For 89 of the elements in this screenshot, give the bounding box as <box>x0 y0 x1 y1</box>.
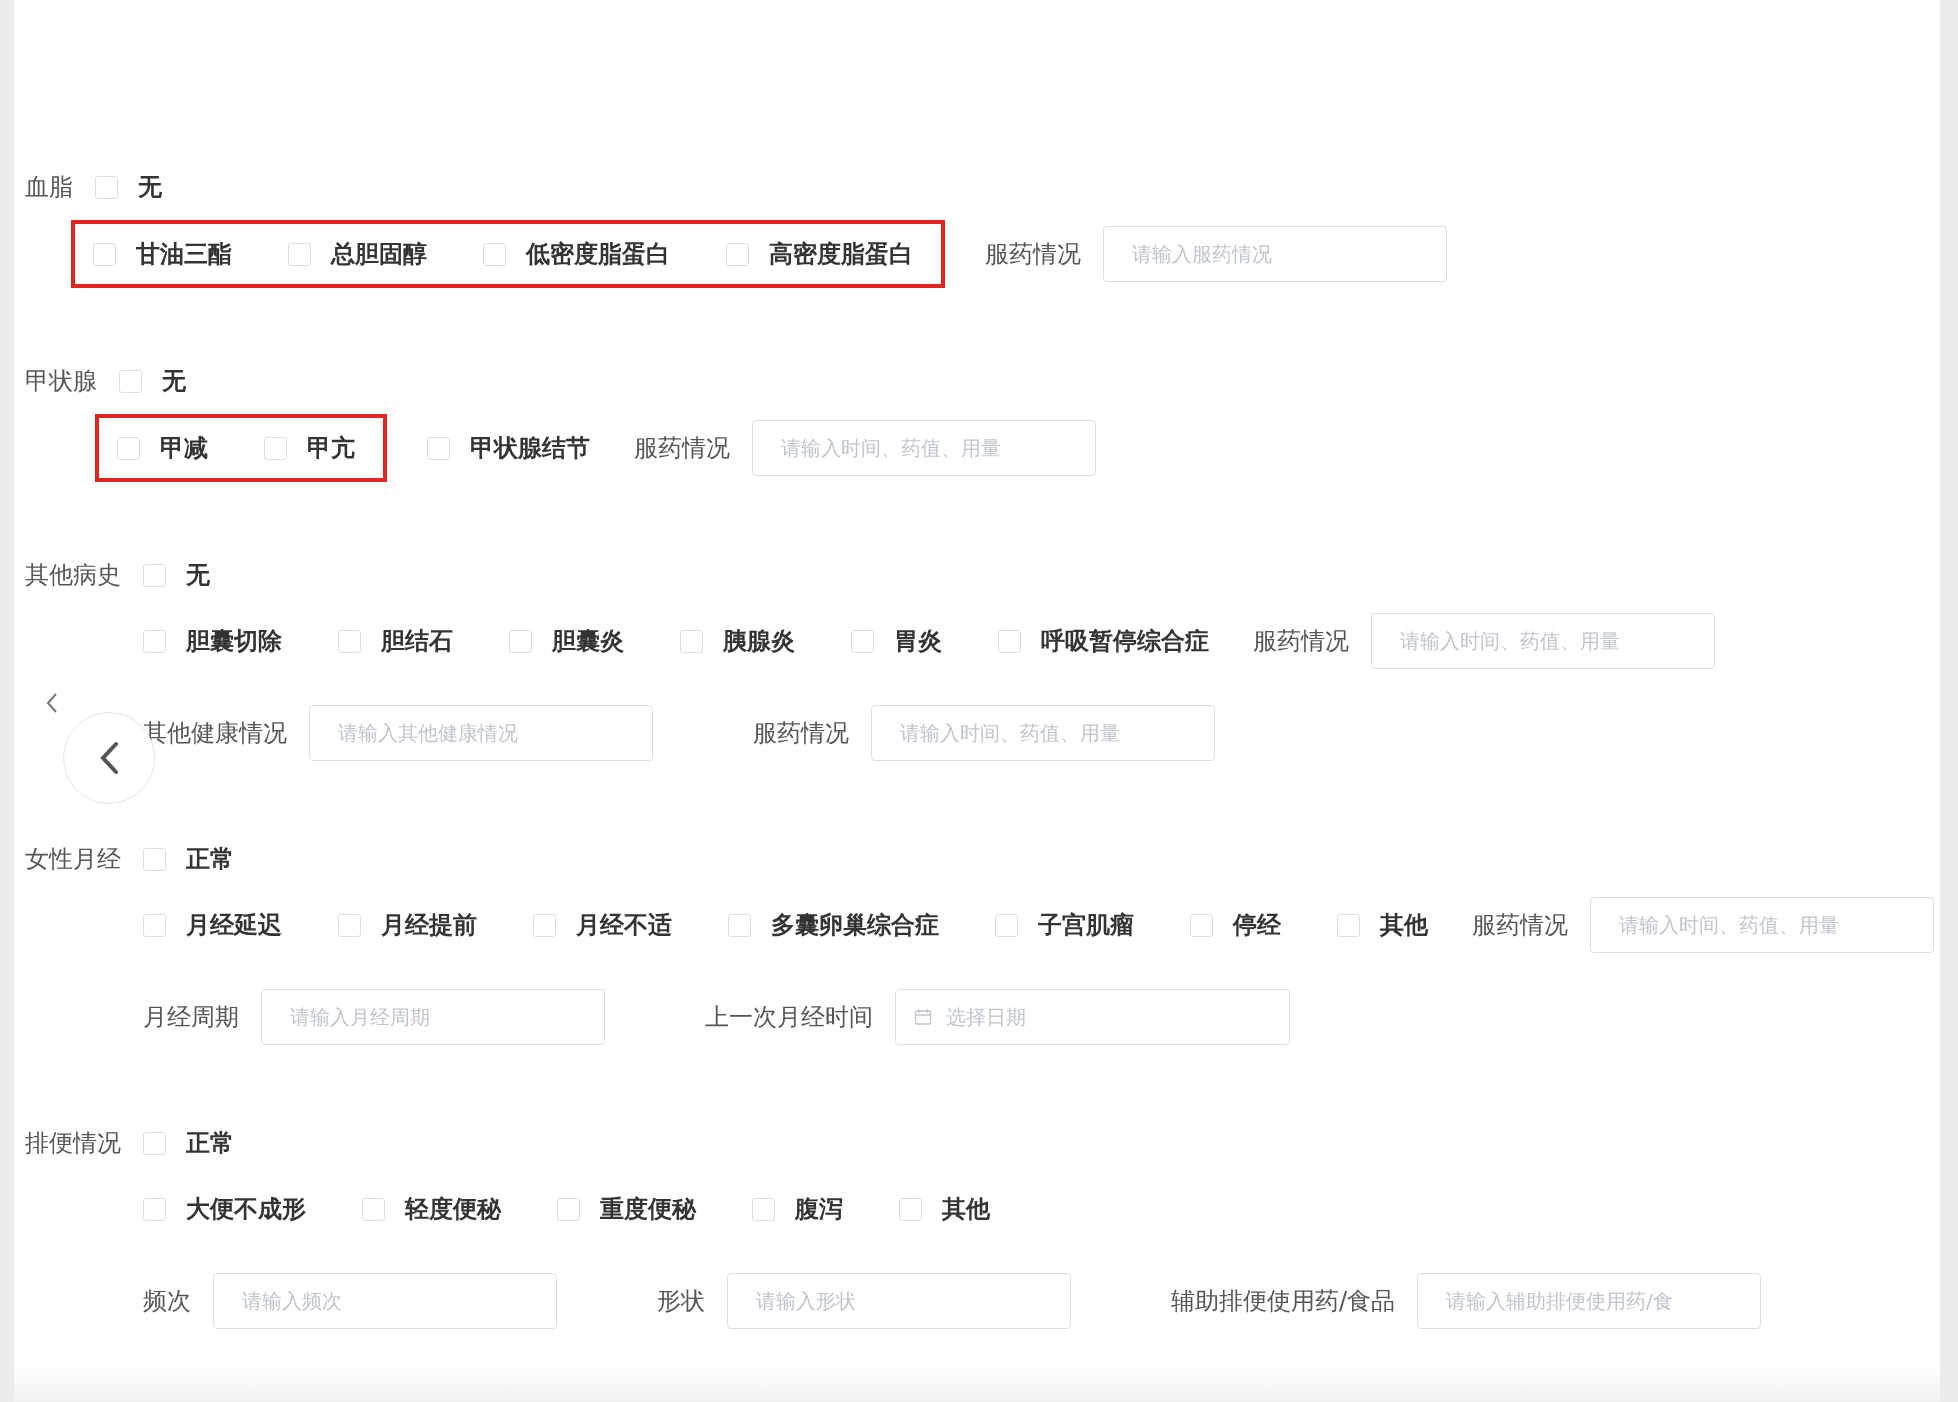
date-field[interactable]: 选择日期 <box>895 989 1290 1045</box>
field-label: 服药情况 <box>985 239 1081 270</box>
input-field[interactable]: 请输入时间、药值、用量 <box>1590 897 1934 953</box>
field-label: 服药情况 <box>1472 910 1568 941</box>
input-field[interactable]: 请输入时间、药值、用量 <box>1371 613 1715 669</box>
checkbox[interactable] <box>1190 913 1213 937</box>
input-field[interactable]: 请输入频次 <box>213 1273 557 1329</box>
checkbox[interactable] <box>143 629 166 653</box>
checkbox[interactable] <box>427 436 450 460</box>
option-label: 月经提前 <box>381 910 477 941</box>
option-label: 胃炎 <box>894 626 942 657</box>
field-label: 服药情况 <box>634 433 730 464</box>
checkbox[interactable] <box>899 1197 922 1221</box>
input-field[interactable]: 请输入其他健康情况 <box>309 705 653 761</box>
checkbox[interactable] <box>143 563 166 587</box>
checkbox[interactable] <box>338 629 361 653</box>
option-label: 无 <box>186 560 210 591</box>
option-label: 胆结石 <box>381 626 453 657</box>
input-field[interactable]: 请输入形状 <box>727 1273 1071 1329</box>
option-label: 总胆固醇 <box>331 239 427 270</box>
field-label: 上一次月经时间 <box>705 1002 873 1033</box>
checkbox[interactable] <box>143 913 166 937</box>
option-label: 停经 <box>1233 910 1281 941</box>
checkbox[interactable] <box>752 1197 775 1221</box>
section-label: 排便情况 <box>25 1128 121 1159</box>
option-label: 无 <box>162 366 186 397</box>
option-label: 轻度便秘 <box>405 1194 501 1225</box>
field-label: 月经周期 <box>143 1002 239 1033</box>
checkbox[interactable] <box>726 242 749 266</box>
option-label: 胆囊切除 <box>186 626 282 657</box>
checkbox[interactable] <box>93 242 116 266</box>
section-label: 其他病史 <box>25 560 121 591</box>
input-field[interactable]: 请输入时间、药值、用量 <box>752 420 1096 476</box>
checkbox[interactable] <box>995 913 1018 937</box>
option-label: 其他 <box>942 1194 990 1225</box>
checkbox[interactable] <box>998 629 1021 653</box>
chevron-left-icon[interactable] <box>45 692 59 714</box>
checkbox[interactable] <box>143 1197 166 1221</box>
option-label: 呼吸暂停综合症 <box>1041 626 1209 657</box>
option-label: 甘油三酯 <box>136 239 232 270</box>
checkbox[interactable] <box>680 629 703 653</box>
checkbox[interactable] <box>362 1197 385 1221</box>
checkbox[interactable] <box>117 436 140 460</box>
checkbox[interactable] <box>557 1197 580 1221</box>
checkbox[interactable] <box>1337 913 1360 937</box>
input-field[interactable]: 请输入服药情况 <box>1103 226 1447 282</box>
option-label: 正常 <box>186 844 234 875</box>
option-label: 胰腺炎 <box>723 626 795 657</box>
checkbox[interactable] <box>509 629 532 653</box>
checkbox[interactable] <box>119 369 142 393</box>
option-label: 正常 <box>186 1128 234 1159</box>
option-label: 其他 <box>1380 910 1428 941</box>
input-field[interactable]: 请输入月经周期 <box>261 989 605 1045</box>
input-field[interactable]: 请输入辅助排便使用药/食 <box>1417 1273 1762 1329</box>
checkbox[interactable] <box>338 913 361 937</box>
checkbox[interactable] <box>95 175 118 199</box>
field-label: 服药情况 <box>1253 626 1349 657</box>
option-label: 月经不适 <box>576 910 672 941</box>
field-label: 辅助排便使用药/食品 <box>1171 1286 1396 1317</box>
option-label: 胆囊炎 <box>552 626 624 657</box>
checkbox[interactable] <box>728 913 751 937</box>
option-label: 腹泻 <box>795 1194 843 1225</box>
section-label: 血脂 <box>25 172 73 203</box>
option-label: 大便不成形 <box>186 1194 306 1225</box>
field-label: 形状 <box>657 1286 705 1317</box>
field-label: 服药情况 <box>753 718 849 749</box>
option-label: 无 <box>138 172 162 203</box>
option-label: 高密度脂蛋白 <box>769 239 913 270</box>
checkbox[interactable] <box>483 242 506 266</box>
option-label: 多囊卵巢综合症 <box>771 910 939 941</box>
calendar-icon <box>914 1008 932 1026</box>
chevron-left-icon <box>98 741 120 775</box>
option-label: 月经延迟 <box>186 910 282 941</box>
section-label: 女性月经 <box>25 844 121 875</box>
checkbox[interactable] <box>143 847 166 871</box>
option-label: 低密度脂蛋白 <box>526 239 670 270</box>
checkbox[interactable] <box>143 1131 166 1155</box>
checkbox[interactable] <box>288 242 311 266</box>
section-label: 甲状腺 <box>25 366 97 397</box>
option-label: 甲状腺结节 <box>470 433 590 464</box>
option-label: 子宫肌瘤 <box>1038 910 1134 941</box>
option-label: 重度便秘 <box>600 1194 696 1225</box>
checkbox[interactable] <box>851 629 874 653</box>
option-label: 甲减 <box>160 433 208 464</box>
field-label: 频次 <box>143 1286 191 1317</box>
checkbox[interactable] <box>533 913 556 937</box>
checkbox[interactable] <box>264 436 287 460</box>
input-field[interactable]: 请输入时间、药值、用量 <box>871 705 1215 761</box>
option-label: 甲亢 <box>307 433 355 464</box>
